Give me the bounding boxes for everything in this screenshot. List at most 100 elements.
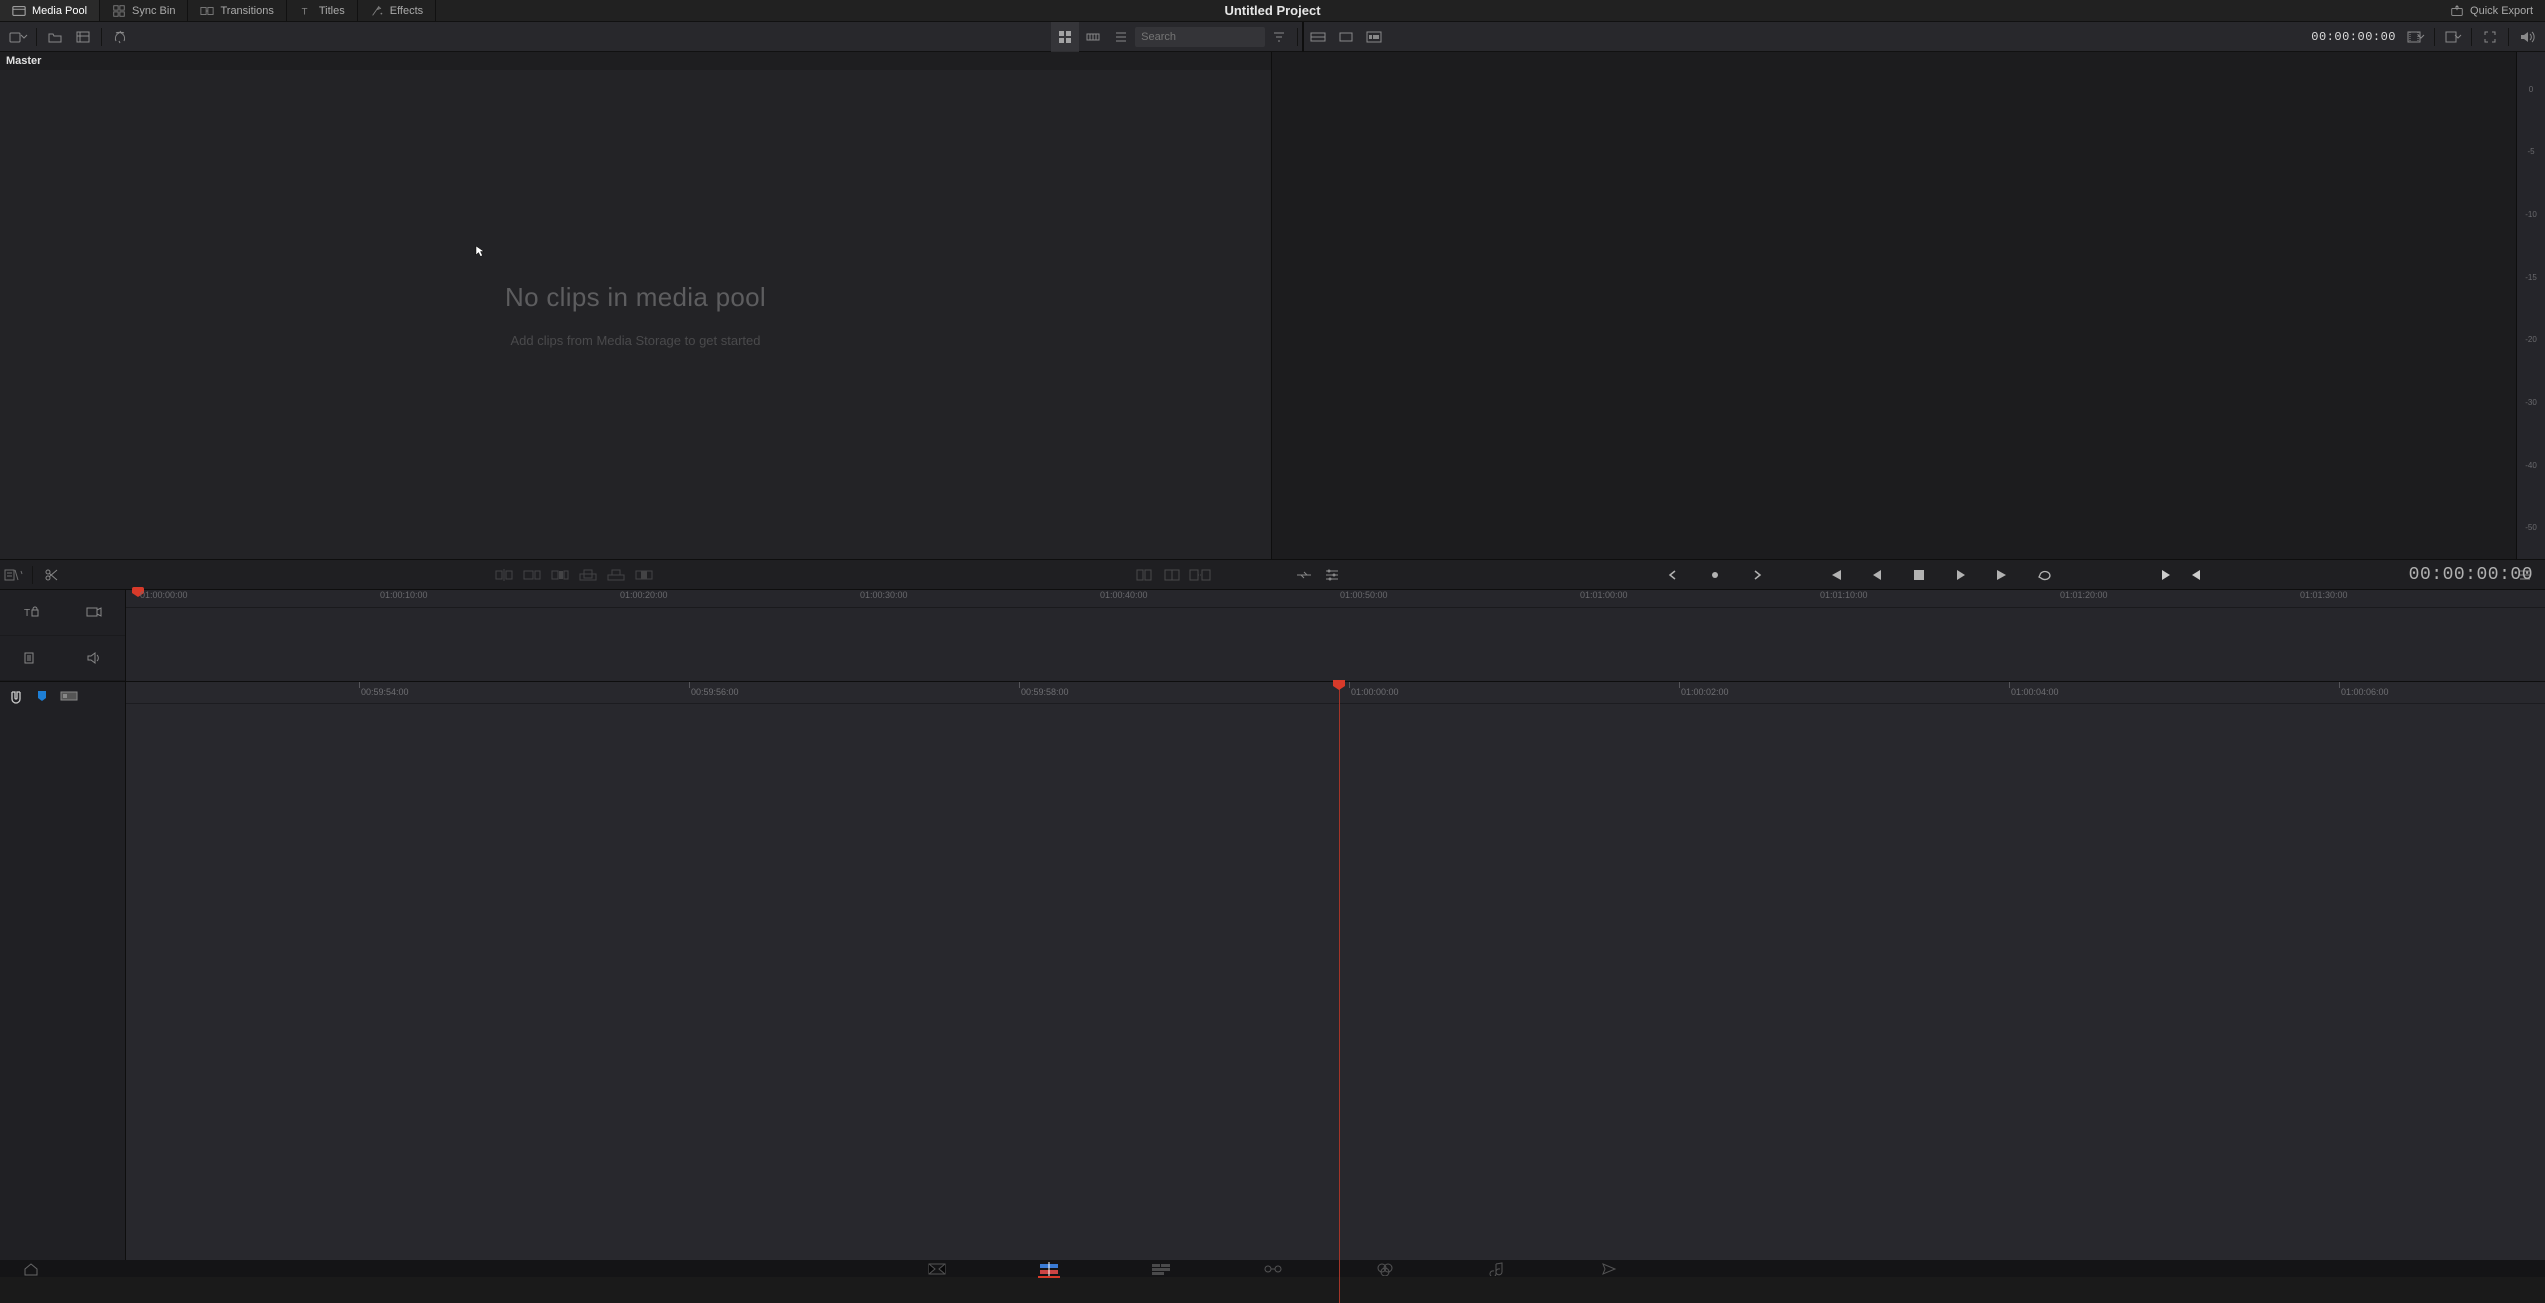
tab-sync-bin[interactable]: Sync Bin bbox=[100, 0, 188, 21]
ripple-overwrite-button[interactable] bbox=[546, 560, 574, 590]
tools-cut-button[interactable] bbox=[1158, 560, 1186, 590]
flag-button[interactable] bbox=[60, 690, 78, 702]
tab-transitions-label: Transitions bbox=[220, 5, 273, 17]
split-clip-button[interactable] bbox=[37, 560, 65, 590]
lower-ruler[interactable]: 00:59:54:0000:59:56:0000:59:58:0001:00:0… bbox=[126, 682, 2545, 704]
sync-lock-button[interactable] bbox=[1290, 560, 1318, 590]
viewer-panel[interactable] bbox=[1272, 52, 2517, 559]
empty-pool-title: No clips in media pool bbox=[505, 282, 766, 313]
page-fusion[interactable] bbox=[1260, 1260, 1286, 1277]
timeline-options-button[interactable] bbox=[1318, 560, 1346, 590]
smart-insert-button[interactable] bbox=[490, 560, 518, 590]
video-track-button[interactable] bbox=[83, 601, 105, 623]
ruler-tick: 01:00:50:00 bbox=[1340, 590, 1388, 600]
mark-in-button[interactable] bbox=[2160, 569, 2174, 581]
source-tape-button[interactable] bbox=[1304, 22, 1332, 52]
jog-fwd-button[interactable] bbox=[1744, 562, 1770, 588]
close-up-button[interactable] bbox=[574, 560, 602, 590]
fullscreen-viewer-button[interactable] bbox=[2476, 22, 2504, 52]
import-media-button[interactable] bbox=[4, 22, 32, 52]
meter-tick: -5 bbox=[2517, 121, 2545, 184]
sort-media-button[interactable] bbox=[69, 22, 97, 52]
page-media[interactable] bbox=[924, 1260, 950, 1277]
edit-page-icon bbox=[1151, 1262, 1171, 1276]
ruler-tick: 00:59:56:00 bbox=[691, 687, 739, 697]
import-folder-button[interactable] bbox=[41, 22, 69, 52]
tab-effects[interactable]: Effects bbox=[358, 0, 436, 21]
tools-dissolve-button[interactable] bbox=[1130, 560, 1158, 590]
separator bbox=[2471, 28, 2472, 46]
audio-mute-button[interactable] bbox=[2513, 22, 2541, 52]
separator bbox=[1297, 28, 1298, 46]
mark-out-button[interactable] bbox=[2188, 569, 2202, 581]
filter-icon bbox=[1272, 30, 1286, 44]
media-pool-body[interactable]: No clips in media pool Add clips from Me… bbox=[0, 70, 1271, 559]
upper-timeline-side: T bbox=[0, 590, 126, 681]
lower-timeline-track[interactable]: 00:59:54:0000:59:56:0000:59:58:0001:00:0… bbox=[126, 682, 2545, 1260]
resolve-fx-button[interactable] bbox=[106, 22, 134, 52]
grid-icon bbox=[1058, 30, 1072, 44]
audio-disable-button[interactable] bbox=[83, 647, 105, 669]
ruler-tick: 01:01:30:00 bbox=[2300, 590, 2348, 600]
home-button[interactable] bbox=[18, 1260, 44, 1277]
media-pool-breadcrumb[interactable]: Master bbox=[0, 52, 1271, 70]
search-input[interactable] bbox=[1135, 27, 1265, 47]
play-reverse-button[interactable] bbox=[1864, 562, 1890, 588]
place-on-top-button[interactable] bbox=[602, 560, 630, 590]
go-start-button[interactable] bbox=[1822, 562, 1848, 588]
search-options-button[interactable] bbox=[1265, 22, 1293, 52]
jog-dot-button[interactable] bbox=[1702, 562, 1728, 588]
audio-track-button[interactable] bbox=[20, 647, 42, 669]
effects-icon bbox=[370, 4, 384, 18]
page-color[interactable] bbox=[1372, 1260, 1398, 1277]
page-deliver[interactable] bbox=[1596, 1260, 1622, 1277]
upper-ruler[interactable]: 01:00:00:0001:00:10:0001:00:20:0001:00:3… bbox=[126, 590, 2545, 608]
ruler-tick: 01:01:00:00 bbox=[1580, 590, 1628, 600]
page-cut[interactable] bbox=[1036, 1260, 1062, 1277]
marker-button[interactable] bbox=[36, 690, 48, 702]
tab-transitions[interactable]: Transitions bbox=[188, 0, 286, 21]
jog-back-button[interactable] bbox=[1660, 562, 1686, 588]
ruler-tick: 01:00:40:00 bbox=[1100, 590, 1148, 600]
tools-smooth-cut-button[interactable] bbox=[1186, 560, 1214, 590]
upper-timeline-track[interactable]: 01:00:00:0001:00:10:0001:00:20:0001:00:3… bbox=[126, 590, 2545, 681]
play-button[interactable] bbox=[1948, 562, 1974, 588]
source-overwrite-button[interactable] bbox=[630, 560, 658, 590]
loop-button[interactable] bbox=[2032, 562, 2058, 588]
timeline-viewer-button[interactable] bbox=[1360, 22, 1388, 52]
lower-playhead[interactable] bbox=[1339, 681, 1340, 1303]
audio-off-icon bbox=[86, 651, 102, 665]
tab-titles-label: Titles bbox=[319, 5, 345, 17]
tab-media-pool[interactable]: Media Pool bbox=[0, 0, 100, 21]
ruler-tick: 01:00:00:00 bbox=[1351, 687, 1399, 697]
timeline-lock-button[interactable]: T bbox=[20, 601, 42, 623]
list-view-button[interactable] bbox=[1107, 22, 1135, 52]
loop-icon bbox=[2037, 568, 2053, 582]
safe-area-button[interactable] bbox=[2402, 22, 2430, 52]
page-edit[interactable] bbox=[1148, 1260, 1174, 1277]
svg-text:T: T bbox=[301, 6, 307, 17]
play-icon bbox=[1955, 569, 1967, 581]
page-fairlight[interactable] bbox=[1484, 1260, 1510, 1277]
go-end-button[interactable] bbox=[1990, 562, 2016, 588]
zoom-button[interactable] bbox=[2439, 22, 2467, 52]
project-title: Untitled Project bbox=[1224, 0, 1320, 22]
stop-button[interactable] bbox=[1906, 562, 1932, 588]
hamburger-icon bbox=[2518, 568, 2532, 582]
source-clip-button[interactable] bbox=[1332, 22, 1360, 52]
timeline-menu-button[interactable] bbox=[2511, 560, 2539, 590]
viewer-timecode[interactable]: 00:00:00:00 bbox=[2305, 30, 2402, 44]
quick-export-button[interactable]: Quick Export bbox=[2438, 0, 2545, 21]
cut-page-icon bbox=[1039, 1262, 1059, 1276]
strip-view-button[interactable] bbox=[1079, 22, 1107, 52]
fx-icon bbox=[112, 29, 128, 45]
quick-export-label: Quick Export bbox=[2470, 5, 2533, 17]
thumbnail-view-button[interactable] bbox=[1051, 22, 1079, 52]
append-icon bbox=[523, 568, 541, 582]
append-button[interactable] bbox=[518, 560, 546, 590]
boring-detector-button[interactable] bbox=[0, 560, 28, 590]
ruler-tick: 01:00:02:00 bbox=[1681, 687, 1729, 697]
ruler-tick: 01:00:20:00 bbox=[620, 590, 668, 600]
tab-titles[interactable]: T Titles bbox=[287, 0, 358, 21]
snap-button[interactable] bbox=[8, 690, 24, 706]
